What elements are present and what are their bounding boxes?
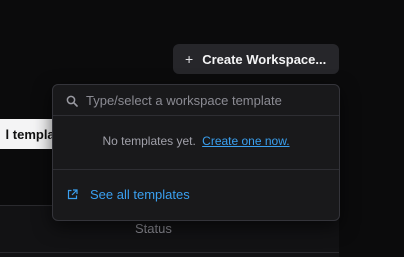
empty-templates-message: No templates yet. Create one now.: [53, 134, 339, 148]
template-select-dropdown: No templates yet. Create one now. See al…: [52, 84, 340, 221]
create-workspace-button[interactable]: + Create Workspace...: [173, 44, 339, 74]
create-workspace-label: Create Workspace...: [202, 51, 327, 67]
external-link-icon: [67, 189, 78, 200]
column-header-status: Status: [135, 221, 172, 236]
table-divider: [0, 252, 339, 253]
plus-icon: +: [185, 51, 194, 67]
template-search-input[interactable]: [86, 90, 331, 110]
empty-templates-text: No templates yet.: [102, 134, 196, 148]
create-template-link[interactable]: Create one now.: [202, 134, 289, 148]
search-icon: [66, 95, 78, 107]
templates-button-label: l templat: [5, 126, 59, 142]
dropdown-divider: [53, 169, 339, 170]
see-all-templates-label: See all templates: [90, 187, 190, 202]
template-search-row: [53, 85, 339, 116]
see-all-templates-link[interactable]: See all templates: [67, 187, 190, 202]
